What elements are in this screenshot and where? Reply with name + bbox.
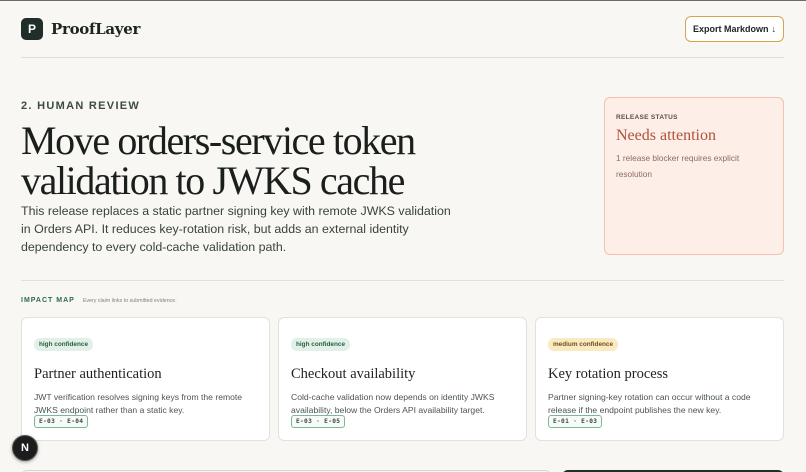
logo-icon: P	[21, 18, 43, 40]
release-status-note: 1 release blocker requires explicit reso…	[616, 153, 740, 179]
impact-card-body: Cold-cache validation now depends on ide…	[291, 392, 495, 415]
evidence-link[interactable]: E-01 · E-03	[548, 415, 603, 428]
export-label: Export Markdown	[692, 24, 769, 34]
confidence-badge: high confidence	[34, 338, 93, 351]
confidence-badge: high confidence	[291, 338, 350, 351]
impact-card-checkout-availability[interactable]: high confidence Checkout availability Co…	[278, 317, 527, 441]
impact-card-body: JWT verification resolves signing keys f…	[34, 392, 243, 415]
impact-card-key-rotation-process[interactable]: medium confidence Key rotation process P…	[535, 317, 784, 441]
evidence-link[interactable]: E-03 · E-04	[34, 415, 89, 428]
export-markdown-button[interactable]: Export Markdown ↓	[684, 16, 784, 42]
release-status-value: Needs attention	[616, 127, 716, 144]
impact-map-note: Every claim links to submitted evidence.	[82, 298, 177, 304]
brand-name: ProofLayer	[51, 20, 141, 38]
release-status-card: RELEASE STATUS Needs attention 1 release…	[604, 97, 784, 255]
impact-cards: high confidence Partner authentication J…	[21, 317, 784, 441]
impact-card-title: Checkout availability	[291, 366, 416, 382]
release-status-label: RELEASE STATUS	[616, 114, 678, 121]
evidence-link[interactable]: E-03 · E-05	[291, 415, 346, 428]
impact-card-body: Partner signing-key rotation can occur w…	[548, 392, 751, 415]
impact-map-label: IMPACT MAP	[21, 297, 75, 304]
app-header: P ProofLayer Export Markdown ↓	[21, 1, 784, 58]
section-label: 2. HUMAN REVIEW	[21, 100, 141, 112]
brand[interactable]: P ProofLayer	[21, 18, 140, 40]
page-title: Move orders-service token validation to …	[21, 118, 416, 203]
next-dev-tools-button[interactable]: N	[12, 435, 38, 461]
impact-card-title: Key rotation process	[548, 366, 668, 382]
impact-card-title: Partner authentication	[34, 366, 162, 382]
download-arrow-icon: ↓	[771, 24, 777, 34]
impact-map-header: IMPACT MAP Every claim links to submitte…	[21, 297, 177, 304]
release-description: This release replaces a static partner s…	[21, 204, 451, 254]
impact-card-partner-authentication[interactable]: high confidence Partner authentication J…	[21, 317, 270, 441]
divider	[21, 280, 784, 281]
confidence-badge: medium confidence	[548, 338, 619, 351]
